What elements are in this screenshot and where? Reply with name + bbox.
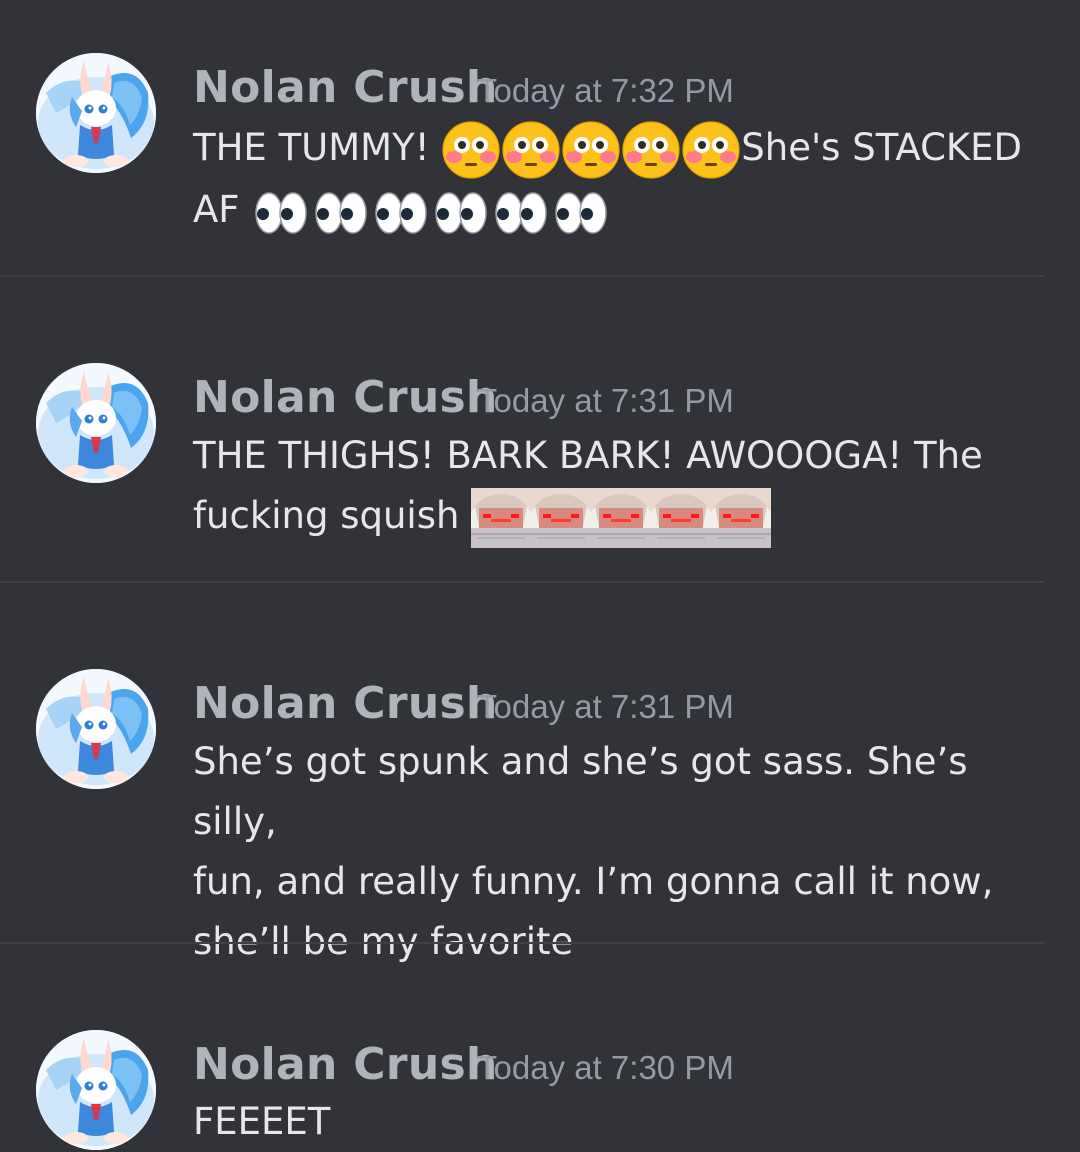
username[interactable]: Nolan Crush bbox=[193, 1043, 498, 1087]
message-text: fucking squish bbox=[193, 494, 472, 537]
timestamp: Today at 7:31 PM bbox=[477, 382, 734, 419]
message-divider bbox=[0, 581, 1044, 583]
eyes-emoji bbox=[311, 183, 371, 243]
message-content: THE THIGHS! BARK BARK! AWOOOGA! The fuck… bbox=[193, 426, 1043, 548]
message-text: FEEEET bbox=[193, 1100, 331, 1143]
username[interactable]: Nolan Crush bbox=[193, 66, 498, 110]
custom-anime-emoji[interactable] bbox=[471, 488, 531, 548]
custom-anime-emoji[interactable] bbox=[651, 488, 711, 548]
avatar[interactable] bbox=[36, 363, 156, 483]
message-divider bbox=[0, 275, 1044, 277]
timestamp: Today at 7:30 PM bbox=[477, 1049, 734, 1086]
avatar[interactable] bbox=[36, 53, 156, 173]
username[interactable]: Nolan Crush bbox=[193, 682, 498, 726]
flushed-face-emoji bbox=[681, 120, 741, 180]
flushed-face-emoji-group bbox=[441, 119, 741, 181]
message-divider bbox=[0, 942, 1044, 944]
eyes-emoji bbox=[431, 183, 491, 243]
message-text: AF bbox=[193, 188, 252, 232]
message-text: She's STACKED bbox=[741, 126, 1023, 169]
flushed-face-emoji bbox=[621, 120, 681, 180]
eyes-emoji bbox=[371, 183, 431, 243]
timestamp: Today at 7:31 PM bbox=[477, 688, 734, 725]
timestamp: Today at 7:32 PM bbox=[477, 72, 734, 109]
message-text: She’s got spunk and she’s got sass. She’… bbox=[193, 740, 980, 843]
eyes-emoji bbox=[251, 183, 311, 243]
eyes-emoji bbox=[491, 183, 551, 243]
custom-anime-emoji[interactable] bbox=[591, 488, 651, 548]
custom-anime-emoji[interactable] bbox=[711, 488, 771, 548]
message-content: She’s got spunk and she’s got sass. She’… bbox=[193, 732, 1043, 972]
message-text: fun, and really funny. I’m gonna call it… bbox=[193, 860, 994, 903]
message-text: THE THIGHS! BARK BARK! AWOOOGA! The bbox=[193, 434, 983, 477]
avatar[interactable] bbox=[36, 669, 156, 789]
flushed-face-emoji bbox=[561, 120, 621, 180]
avatar-image bbox=[36, 363, 156, 483]
custom-emoji-group bbox=[471, 487, 771, 549]
username[interactable]: Nolan Crush bbox=[193, 376, 498, 420]
eyes-emoji bbox=[551, 183, 611, 243]
custom-anime-emoji[interactable] bbox=[531, 488, 591, 548]
eyes-emoji-group bbox=[251, 181, 611, 243]
avatar-image bbox=[36, 669, 156, 789]
avatar-image bbox=[36, 1030, 156, 1150]
message-content: THE TUMMY! She's STACKED AF bbox=[193, 118, 1043, 243]
message-content: FEEEET bbox=[193, 1092, 1043, 1152]
flushed-face-emoji bbox=[501, 120, 561, 180]
avatar-image bbox=[36, 53, 156, 173]
message-text: THE TUMMY! bbox=[193, 126, 442, 169]
avatar[interactable] bbox=[36, 1030, 156, 1150]
flushed-face-emoji bbox=[441, 120, 501, 180]
